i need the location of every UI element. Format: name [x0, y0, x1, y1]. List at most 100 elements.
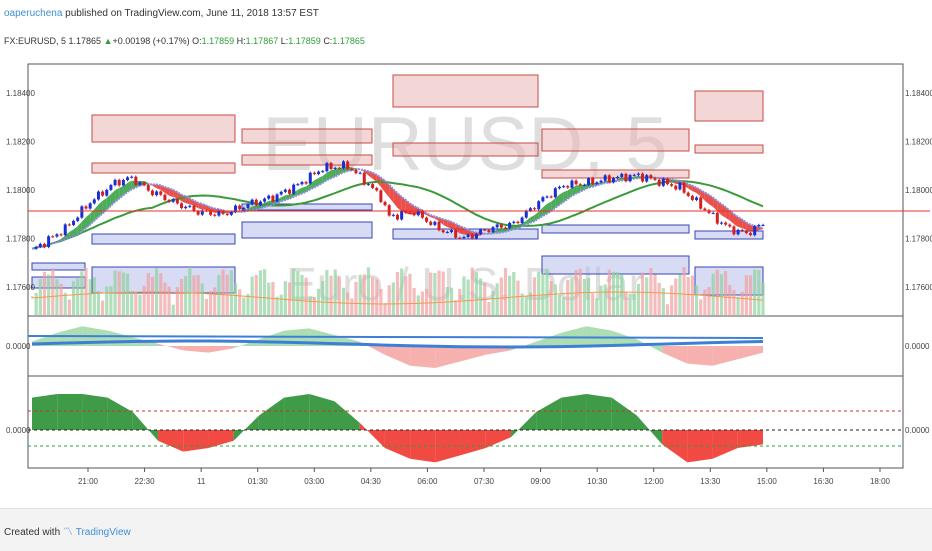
candle-body	[662, 179, 665, 186]
volume-bar	[143, 286, 146, 315]
volume-bar	[238, 289, 241, 315]
volume-bar	[363, 274, 366, 315]
candle-body	[300, 182, 303, 184]
candle-body	[330, 163, 333, 169]
volume-bar	[612, 272, 615, 315]
candle-body	[728, 225, 731, 227]
volume-bar	[728, 285, 731, 315]
candle-body	[695, 197, 698, 199]
created-with-label: Created with	[4, 527, 60, 538]
candle-body	[741, 230, 744, 231]
candle-body	[413, 213, 416, 215]
volume-bar	[550, 281, 553, 315]
candle-body	[176, 199, 179, 203]
volume-bar	[55, 279, 58, 315]
y-tick-right: 1.17600	[905, 283, 932, 292]
volume-bar	[292, 268, 295, 315]
candle-body	[687, 193, 690, 196]
candle-body	[678, 183, 681, 190]
candle-body	[338, 168, 341, 169]
candle-body	[101, 192, 104, 196]
tradingview-logo-icon: 〽	[63, 527, 73, 538]
x-tick-label: 03:00	[304, 477, 325, 486]
volume-bar	[475, 272, 478, 315]
volume-bar	[429, 273, 432, 315]
volume-bar	[666, 304, 669, 315]
y-tick-right: 1.18000	[905, 186, 932, 195]
tradingview-brand-link[interactable]: TradingView	[76, 527, 131, 538]
candle-body	[438, 222, 441, 230]
volume-bar	[126, 274, 129, 315]
volume-bar	[583, 279, 586, 315]
volume-bar	[587, 278, 590, 315]
candle-body	[558, 187, 561, 188]
volume-bar	[321, 281, 324, 315]
volume-bar	[205, 299, 208, 315]
candle-body	[276, 194, 279, 201]
x-tick-label: 07:30	[474, 477, 495, 486]
volume-bar	[707, 287, 710, 315]
volume-bar	[628, 294, 631, 315]
candle-body	[350, 169, 353, 170]
oscillator-area	[183, 430, 208, 452]
volume-bar	[761, 283, 764, 315]
candle-body	[159, 191, 162, 194]
candle-body	[483, 230, 486, 231]
candle-body	[654, 178, 657, 179]
volume-bar	[462, 276, 465, 315]
volume-bar	[749, 275, 752, 315]
candle-body	[89, 203, 92, 208]
volume-bar	[371, 278, 374, 315]
volume-bar	[275, 297, 278, 315]
candle-body	[645, 175, 648, 181]
volume-bar	[68, 300, 71, 315]
volume-bar	[213, 287, 216, 315]
candle-body	[213, 215, 216, 216]
candle-body	[529, 208, 532, 210]
volume-bar	[487, 302, 490, 315]
candle-body	[425, 218, 428, 222]
candle-body	[641, 174, 644, 182]
candle-body	[749, 233, 752, 235]
volume-bar	[645, 277, 648, 315]
volume-bar	[251, 276, 254, 315]
candle-body	[554, 188, 557, 197]
x-tick-label: 16:30	[813, 477, 834, 486]
y-tick-left: 1.17600	[6, 283, 35, 292]
candle-body	[43, 244, 46, 247]
chart-canvas[interactable]: EURUSD, 5 Euro / U.S. Dollar 1.184001.18…	[0, 0, 932, 508]
candle-body	[76, 218, 79, 221]
candle-body	[450, 230, 453, 232]
volume-bar	[516, 281, 519, 315]
volume-bar	[491, 291, 494, 315]
volume-bar	[255, 275, 258, 315]
candle-body	[666, 179, 669, 184]
candle-body	[367, 184, 370, 185]
candle-body	[604, 175, 607, 180]
candle-body	[251, 200, 254, 205]
volume-bar	[396, 272, 399, 315]
candle-body	[587, 178, 590, 184]
candle-body	[471, 235, 474, 239]
volume-bar	[599, 286, 602, 315]
volume-bar	[122, 272, 125, 315]
candle-body	[637, 174, 640, 175]
volume-bar	[674, 279, 677, 315]
x-tick-label: 22:30	[135, 477, 156, 486]
candle-body	[620, 174, 623, 177]
candle-body	[753, 226, 756, 235]
candle-body	[80, 206, 83, 217]
volume-bar	[89, 279, 92, 315]
y-tick-right: 1.18200	[905, 138, 932, 147]
osc-tick-left: 0.0000	[6, 342, 31, 351]
footer-bar: Created with 〽 TradingView	[0, 508, 932, 551]
x-tick-label: 10:30	[587, 477, 608, 486]
volume-bar	[757, 270, 760, 315]
volume-bar	[471, 268, 474, 315]
candle-body	[633, 175, 636, 176]
volume-bar	[624, 292, 627, 315]
oscillator-pane-2[interactable]	[28, 376, 903, 468]
volume-bar	[500, 277, 503, 315]
candle-body	[292, 185, 295, 194]
candle-body	[163, 195, 166, 200]
